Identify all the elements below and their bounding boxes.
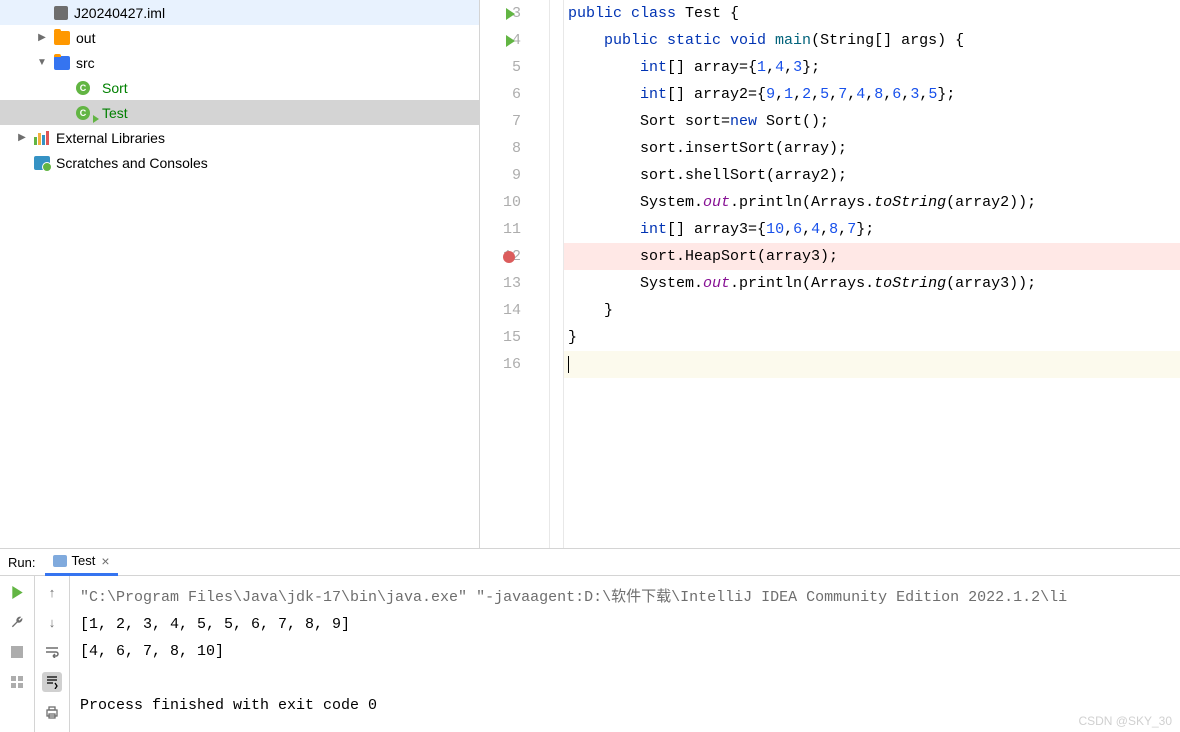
tree-label: out: [76, 30, 95, 46]
code-area[interactable]: public class Test { public static void m…: [564, 0, 1180, 548]
tree-label: Sort: [102, 80, 128, 96]
tree-label: J20240427.iml: [74, 5, 165, 21]
project-tree[interactable]: J20240427.iml ▶ out ▼ src C Sort C Test …: [0, 0, 480, 548]
gutter-line[interactable]: 4: [480, 27, 521, 54]
class-icon: C: [76, 106, 90, 120]
run-badge-icon: [93, 115, 99, 123]
gutter-line[interactable]: 13: [480, 270, 521, 297]
console-line: [4, 6, 7, 8, 10]: [80, 638, 1170, 665]
tree-item-test[interactable]: C Test: [0, 100, 479, 125]
tree-item-iml[interactable]: J20240427.iml: [0, 0, 479, 25]
gutter-line[interactable]: 6: [480, 81, 521, 108]
watermark: CSDN @SKY_30: [1078, 714, 1172, 728]
up-button[interactable]: ↑: [42, 582, 62, 602]
gutter-line[interactable]: 14: [480, 297, 521, 324]
run-tool-window: Run: Test × ↑ ↓ "C:\Program Files\Java\j…: [0, 548, 1180, 732]
tree-item-src[interactable]: ▼ src: [0, 50, 479, 75]
class-icon: C: [76, 81, 90, 95]
source-folder-icon: [54, 56, 70, 70]
library-icon: [34, 131, 50, 145]
gutter-line[interactable]: 5: [480, 54, 521, 81]
fold-strip[interactable]: [550, 0, 564, 548]
run-header: Run: Test ×: [0, 549, 1180, 576]
scroll-to-end-button[interactable]: [42, 672, 62, 692]
chevron-right-icon[interactable]: ▶: [36, 32, 48, 44]
tree-item-external-libs[interactable]: ▶ External Libraries: [0, 125, 479, 150]
gutter-line[interactable]: 10: [480, 189, 521, 216]
console-line: Process finished with exit code 0: [80, 692, 1170, 719]
run-toolbar-primary: [0, 576, 35, 732]
dump-threads-button[interactable]: [7, 672, 27, 692]
application-icon: [53, 555, 67, 567]
gutter-line[interactable]: 15: [480, 324, 521, 351]
run-tab[interactable]: Test ×: [45, 549, 117, 576]
gutter-line[interactable]: 12: [480, 243, 521, 270]
gutter-line[interactable]: 9: [480, 162, 521, 189]
gutter-line[interactable]: 11: [480, 216, 521, 243]
chevron-down-icon[interactable]: ▼: [36, 57, 48, 69]
console-line: [1, 2, 3, 4, 5, 5, 6, 7, 8, 9]: [80, 611, 1170, 638]
down-button[interactable]: ↓: [42, 612, 62, 632]
tree-label: Test: [102, 105, 128, 121]
code-editor[interactable]: 3 4 5 6 7 8 9 10 11 12 13 14 15 16 publi…: [480, 0, 1180, 548]
wrench-button[interactable]: [7, 612, 27, 632]
tree-label: External Libraries: [56, 130, 165, 146]
run-toolbar-secondary: ↑ ↓: [35, 576, 70, 732]
console-line: "C:\Program Files\Java\jdk-17\bin\java.e…: [80, 584, 1170, 611]
print-button[interactable]: [42, 702, 62, 722]
gutter-line[interactable]: 8: [480, 135, 521, 162]
gutter-line[interactable]: 16: [480, 351, 521, 378]
console-output[interactable]: "C:\Program Files\Java\jdk-17\bin\java.e…: [70, 576, 1180, 732]
tree-item-scratches[interactable]: Scratches and Consoles: [0, 150, 479, 175]
gutter-line[interactable]: 7: [480, 108, 521, 135]
tree-label: Scratches and Consoles: [56, 155, 208, 171]
run-label: Run:: [8, 555, 35, 570]
rerun-button[interactable]: [7, 582, 27, 602]
caret: [568, 356, 569, 373]
tree-item-out[interactable]: ▶ out: [0, 25, 479, 50]
console-line: [80, 665, 1170, 692]
run-marker-icon[interactable]: [506, 8, 515, 20]
run-tab-label: Test: [71, 553, 95, 568]
gutter-line[interactable]: 3: [480, 0, 521, 27]
breakpoint-icon[interactable]: [503, 251, 515, 263]
folder-icon: [54, 31, 70, 45]
run-marker-icon[interactable]: [506, 35, 515, 47]
editor-gutter[interactable]: 3 4 5 6 7 8 9 10 11 12 13 14 15 16: [480, 0, 550, 548]
chevron-right-icon[interactable]: ▶: [16, 132, 28, 144]
soft-wrap-button[interactable]: [42, 642, 62, 662]
tree-item-sort[interactable]: C Sort: [0, 75, 479, 100]
tree-label: src: [76, 55, 95, 71]
close-icon[interactable]: ×: [101, 553, 109, 569]
stop-button[interactable]: [7, 642, 27, 662]
module-icon: [54, 6, 68, 20]
scratch-icon: [34, 156, 50, 170]
